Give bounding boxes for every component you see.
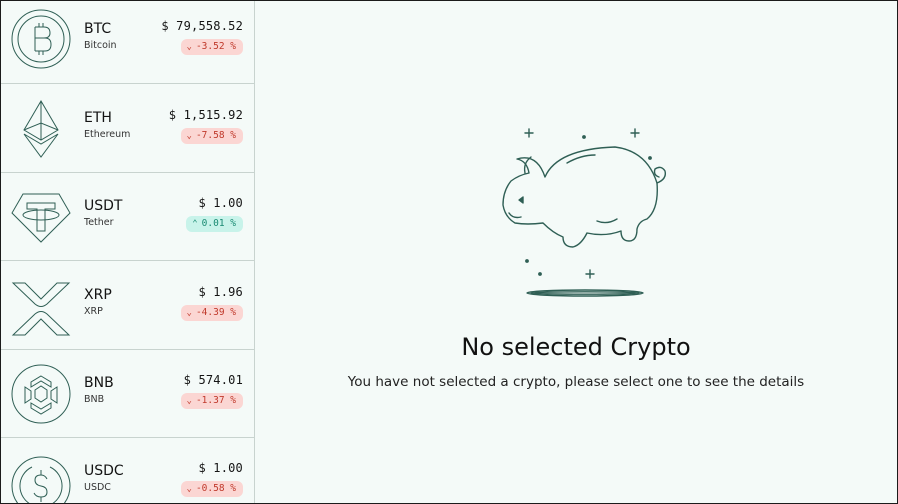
crypto-symbol: BNB [84, 375, 114, 391]
crypto-name: Bitcoin [84, 40, 117, 51]
crypto-price: $ 1.96 [198, 285, 243, 299]
crypto-item-usdc[interactable]: USDC USDC $ 1.00 ⌄ -0.58 % [1, 438, 254, 503]
chevron-down-icon: ⌄ [186, 396, 192, 406]
piggy-bank-icon [497, 121, 677, 301]
crypto-item-btc[interactable]: BTC Bitcoin $ 79,558.52 ⌄ -3.52 % [1, 1, 254, 84]
crypto-item-eth[interactable]: ETH Ethereum $ 1,515.92 ⌄ -7.58 % [1, 85, 254, 173]
crypto-list[interactable]: BTC Bitcoin $ 79,558.52 ⌄ -3.52 % ETH Eth… [1, 1, 255, 503]
change-badge: ⌄ -4.39 % [180, 305, 243, 321]
crypto-name: Ethereum [84, 129, 131, 140]
crypto-symbol: XRP [84, 287, 112, 303]
change-badge: ⌄ -0.58 % [180, 481, 243, 497]
detail-panel: No selected Crypto You have not selected… [255, 1, 897, 503]
usdc-icon [10, 455, 72, 503]
crypto-symbol: USDT [84, 198, 123, 214]
crypto-price: $ 1.00 [198, 196, 243, 210]
crypto-name: BNB [84, 394, 105, 405]
chevron-up-icon: ⌃ [192, 219, 198, 229]
crypto-name: Tether [84, 217, 114, 228]
crypto-symbol: USDC [84, 463, 124, 479]
crypto-price: $ 79,558.52 [161, 19, 243, 33]
crypto-price: $ 1,515.92 [168, 108, 243, 122]
crypto-symbol: ETH [84, 110, 112, 126]
bitcoin-icon [10, 8, 72, 70]
crypto-item-xrp[interactable]: XRP XRP $ 1.96 ⌄ -4.39 % [1, 262, 254, 350]
change-badge: ⌃ 0.01 % [186, 216, 243, 232]
change-badge: ⌄ -3.52 % [180, 39, 243, 55]
crypto-item-bnb[interactable]: BNB BNB $ 574.01 ⌄ -1.37 % [1, 350, 254, 438]
app-window: BTC Bitcoin $ 79,558.52 ⌄ -3.52 % ETH Eth… [1, 1, 897, 503]
empty-state-title: No selected Crypto [461, 333, 691, 361]
crypto-name: USDC [84, 482, 111, 493]
chevron-down-icon: ⌄ [186, 131, 192, 141]
xrp-icon [10, 278, 72, 340]
tether-icon [10, 186, 72, 248]
chevron-down-icon: ⌄ [186, 42, 192, 52]
bnb-icon [10, 363, 72, 425]
chevron-down-icon: ⌄ [186, 484, 192, 494]
change-badge: ⌄ -7.58 % [180, 128, 243, 144]
crypto-price: $ 1.00 [198, 461, 243, 475]
crypto-name: XRP [84, 306, 103, 317]
crypto-item-usdt[interactable]: USDT Tether $ 1.00 ⌃ 0.01 % [1, 173, 254, 261]
chevron-down-icon: ⌄ [186, 308, 192, 318]
change-badge: ⌄ -1.37 % [180, 393, 243, 409]
crypto-price: $ 574.01 [183, 373, 243, 387]
ethereum-icon [10, 98, 72, 160]
empty-state-message: You have not selected a crypto, please s… [347, 374, 805, 390]
crypto-symbol: BTC [84, 21, 112, 37]
